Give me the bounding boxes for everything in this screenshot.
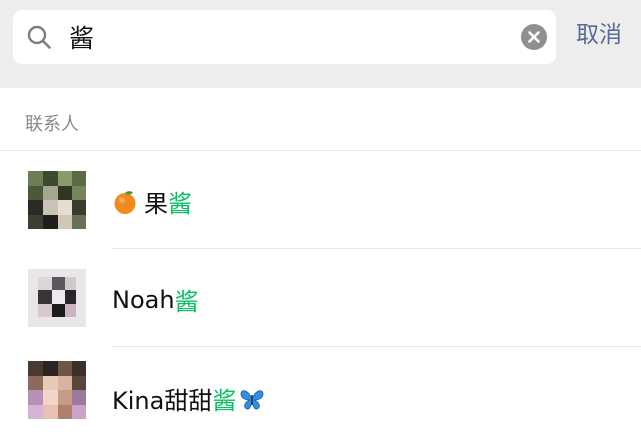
orange-emoji-icon [114, 190, 136, 214]
search-bar: 取消 [0, 0, 641, 88]
contact-name-text: 果 [144, 190, 168, 218]
section-header-contacts: 联系人 [0, 88, 641, 151]
contact-name-match: 酱 [212, 387, 237, 415]
section-label: 联系人 [25, 114, 79, 135]
cancel-button[interactable]: 取消 [576, 18, 622, 52]
contact-row[interactable]: Kina甜甜酱 [0, 347, 641, 445]
clear-icon[interactable] [521, 24, 547, 50]
contact-name: 果酱 [112, 184, 192, 219]
contact-row[interactable]: 果酱 [0, 151, 641, 249]
search-box[interactable] [13, 10, 556, 64]
search-icon [27, 25, 51, 49]
butterfly-emoji-icon [240, 389, 264, 410]
contact-name-text: Kina甜甜 [112, 387, 213, 415]
avatar [28, 269, 86, 327]
search-input[interactable] [69, 18, 509, 56]
contact-name: Kina甜甜酱 [112, 381, 265, 416]
contact-name: Noah 酱 [112, 282, 199, 317]
contact-name-text: Noah [112, 285, 175, 314]
contact-row[interactable]: Noah 酱 [0, 249, 641, 347]
avatar [28, 171, 86, 229]
contact-name-match: 酱 [168, 190, 192, 218]
avatar [28, 361, 86, 419]
contact-name-match: 酱 [174, 288, 199, 316]
